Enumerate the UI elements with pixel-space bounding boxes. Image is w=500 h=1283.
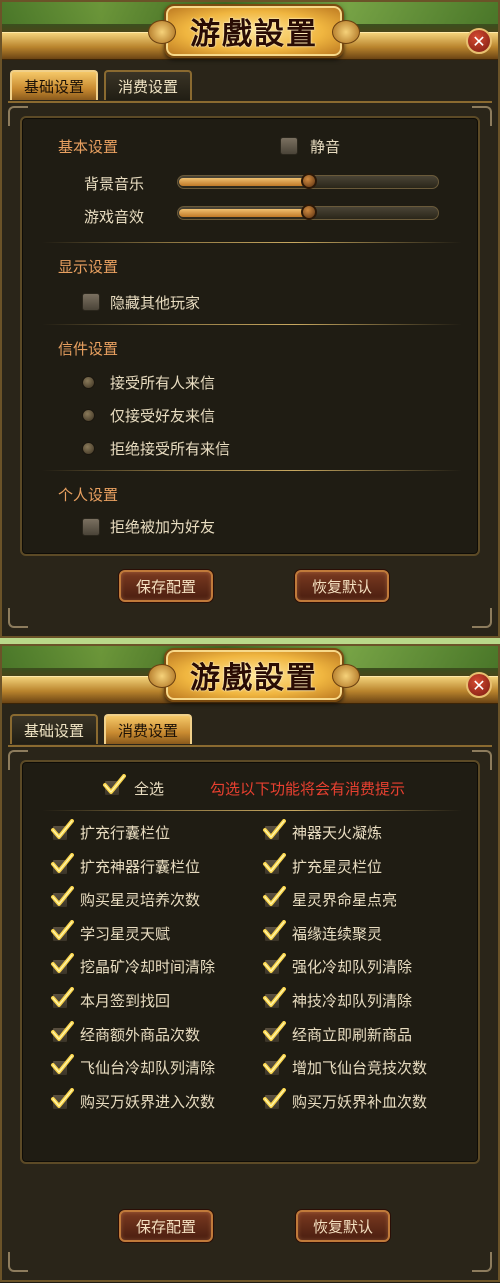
tab-spend-settings[interactable]: 消费设置 — [104, 714, 193, 744]
title-plaque: 游戲設置 — [148, 648, 360, 702]
spend-item-checkbox-right[interactable] — [262, 819, 286, 841]
spend-item-label-right: 神技冷却队列清除 — [292, 992, 413, 1010]
spend-notice: 勾选以下功能将会有消费提示 — [210, 780, 406, 798]
music-volume-knob[interactable] — [301, 173, 317, 189]
select-all-label: 全选 — [134, 780, 165, 798]
spend-item-checkbox-left[interactable] — [50, 1020, 74, 1043]
spend-item-checkbox-left[interactable] — [50, 953, 74, 976]
ornament-left-icon — [148, 664, 176, 688]
corner-ornament-icon — [472, 1252, 492, 1272]
spend-item-checkbox-left[interactable] — [50, 819, 74, 841]
hide-players-checkbox[interactable] — [82, 293, 100, 311]
settings-panel-basic: 游戲設置 ✕ 基础设置 消费设置 基本设置 静音 背景音乐 游戏音效 显示设置 … — [0, 0, 500, 638]
spend-item-label-left: 扩充神器行囊栏位 — [80, 857, 201, 876]
spend-item-label-left: 挖晶矿冷却时间清除 — [80, 958, 216, 977]
section-divider — [42, 470, 462, 471]
restore-default-button[interactable]: 恢复默认 — [295, 570, 389, 602]
mail-radio-friends[interactable] — [82, 409, 95, 422]
spend-item-checkbox-left[interactable] — [50, 987, 74, 1009]
spend-item-checkbox-right[interactable] — [262, 852, 286, 875]
mail-option-label: 接受所有人来信 — [110, 374, 216, 392]
spend-item-checkbox-left[interactable] — [50, 852, 74, 875]
spend-item-label-right: 增加飞仙台竞技次数 — [292, 1059, 428, 1078]
sfx-volume-label: 游戏音效 — [84, 208, 145, 226]
refuse-friend-label: 拒绝被加为好友 — [110, 518, 216, 536]
spend-item-label-left: 学习星灵天赋 — [80, 924, 171, 943]
spend-item-label-right: 神器天火凝炼 — [292, 824, 383, 842]
section-title-personal: 个人设置 — [58, 486, 119, 504]
sfx-volume-fill — [179, 209, 308, 217]
restore-default-button[interactable]: 恢复默认 — [296, 1210, 390, 1242]
tab-underline — [8, 745, 492, 747]
spend-item-checkbox-right[interactable] — [262, 1087, 286, 1110]
music-volume-fill — [179, 178, 308, 186]
spend-item-label-left: 扩充行囊栏位 — [80, 824, 171, 842]
window-title: 游戲設置 — [190, 17, 318, 52]
spend-item-label-left: 经商额外商品次数 — [80, 1025, 201, 1044]
spend-item-label-right: 经商立即刷新商品 — [292, 1025, 413, 1044]
save-config-button[interactable]: 保存配置 — [119, 570, 213, 602]
close-button[interactable]: ✕ — [466, 672, 492, 698]
music-volume-slider[interactable] — [177, 173, 439, 189]
ornament-left-icon — [148, 20, 176, 44]
spend-item-checkbox-left[interactable] — [50, 886, 74, 909]
window-title: 游戲設置 — [190, 661, 318, 696]
spend-item-checkbox-right[interactable] — [262, 886, 286, 909]
tab-spend-settings[interactable]: 消费设置 — [104, 70, 193, 100]
mail-radio-none[interactable] — [82, 442, 95, 455]
spend-item-checkbox-left[interactable] — [50, 919, 74, 942]
sfx-volume-knob[interactable] — [301, 204, 317, 220]
hide-players-label: 隐藏其他玩家 — [110, 294, 201, 312]
spend-item-checkbox-right[interactable] — [262, 1054, 286, 1077]
spend-item-checkbox-right[interactable] — [262, 987, 286, 1009]
tab-bar: 基础设置 消费设置 — [10, 70, 193, 102]
title-plaque: 游戲設置 — [148, 4, 360, 58]
spend-item-checkbox-right[interactable] — [262, 919, 286, 942]
close-icon: ✕ — [472, 31, 486, 51]
save-config-button[interactable]: 保存配置 — [119, 1210, 213, 1242]
ornament-right-icon — [332, 664, 360, 688]
corner-ornament-icon — [472, 608, 492, 628]
spend-item-label-left: 飞仙台冷却队列清除 — [80, 1059, 216, 1078]
corner-ornament-icon — [8, 1252, 28, 1272]
tab-bar: 基础设置 消费设置 — [10, 714, 193, 746]
tab-basic-settings[interactable]: 基础设置 — [10, 70, 99, 100]
spend-item-checkbox-left[interactable] — [50, 1087, 74, 1110]
mail-radio-all[interactable] — [82, 376, 95, 389]
mute-label: 静音 — [310, 138, 341, 156]
spend-item-label-right: 购买万妖界补血次数 — [292, 1092, 428, 1111]
mute-checkbox[interactable] — [280, 137, 298, 155]
mail-option-label: 拒绝接受所有来信 — [110, 440, 231, 458]
select-all-checkbox[interactable] — [102, 774, 126, 796]
tab-basic-settings[interactable]: 基础设置 — [10, 714, 99, 744]
spend-item-checkbox-left[interactable] — [50, 1054, 74, 1077]
section-title-mail: 信件设置 — [58, 340, 119, 358]
corner-ornament-icon — [8, 608, 28, 628]
tab-underline — [8, 101, 492, 103]
spend-item-label-right: 星灵界命星点亮 — [292, 891, 398, 910]
section-divider — [42, 810, 462, 811]
close-button[interactable]: ✕ — [466, 28, 492, 54]
music-volume-label: 背景音乐 — [84, 175, 145, 193]
ornament-right-icon — [332, 20, 360, 44]
section-title-display: 显示设置 — [58, 258, 119, 276]
spend-item-label-left: 本月签到找回 — [80, 992, 171, 1010]
sfx-volume-slider[interactable] — [177, 204, 439, 220]
spend-item-label-right: 扩充星灵栏位 — [292, 857, 383, 876]
spend-item-checkbox-right[interactable] — [262, 953, 286, 976]
spend-item-checkbox-right[interactable] — [262, 1020, 286, 1043]
section-divider — [42, 242, 462, 243]
mail-option-label: 仅接受好友来信 — [110, 407, 216, 425]
spend-item-label-left: 购买万妖界进入次数 — [80, 1092, 216, 1111]
spend-item-label-left: 购买星灵培养次数 — [80, 891, 201, 910]
section-title-basic: 基本设置 — [58, 138, 119, 156]
spend-item-label-right: 福缘连续聚灵 — [292, 924, 383, 943]
close-icon: ✕ — [472, 675, 486, 695]
settings-panel-spend: 游戲設置 ✕ 基础设置 消费设置 全选 勾选以下功能将会有消费提示 保存配置 恢… — [0, 644, 500, 1282]
spend-item-label-right: 强化冷却队列清除 — [292, 958, 413, 977]
section-divider — [42, 324, 462, 325]
refuse-friend-checkbox[interactable] — [82, 518, 100, 536]
